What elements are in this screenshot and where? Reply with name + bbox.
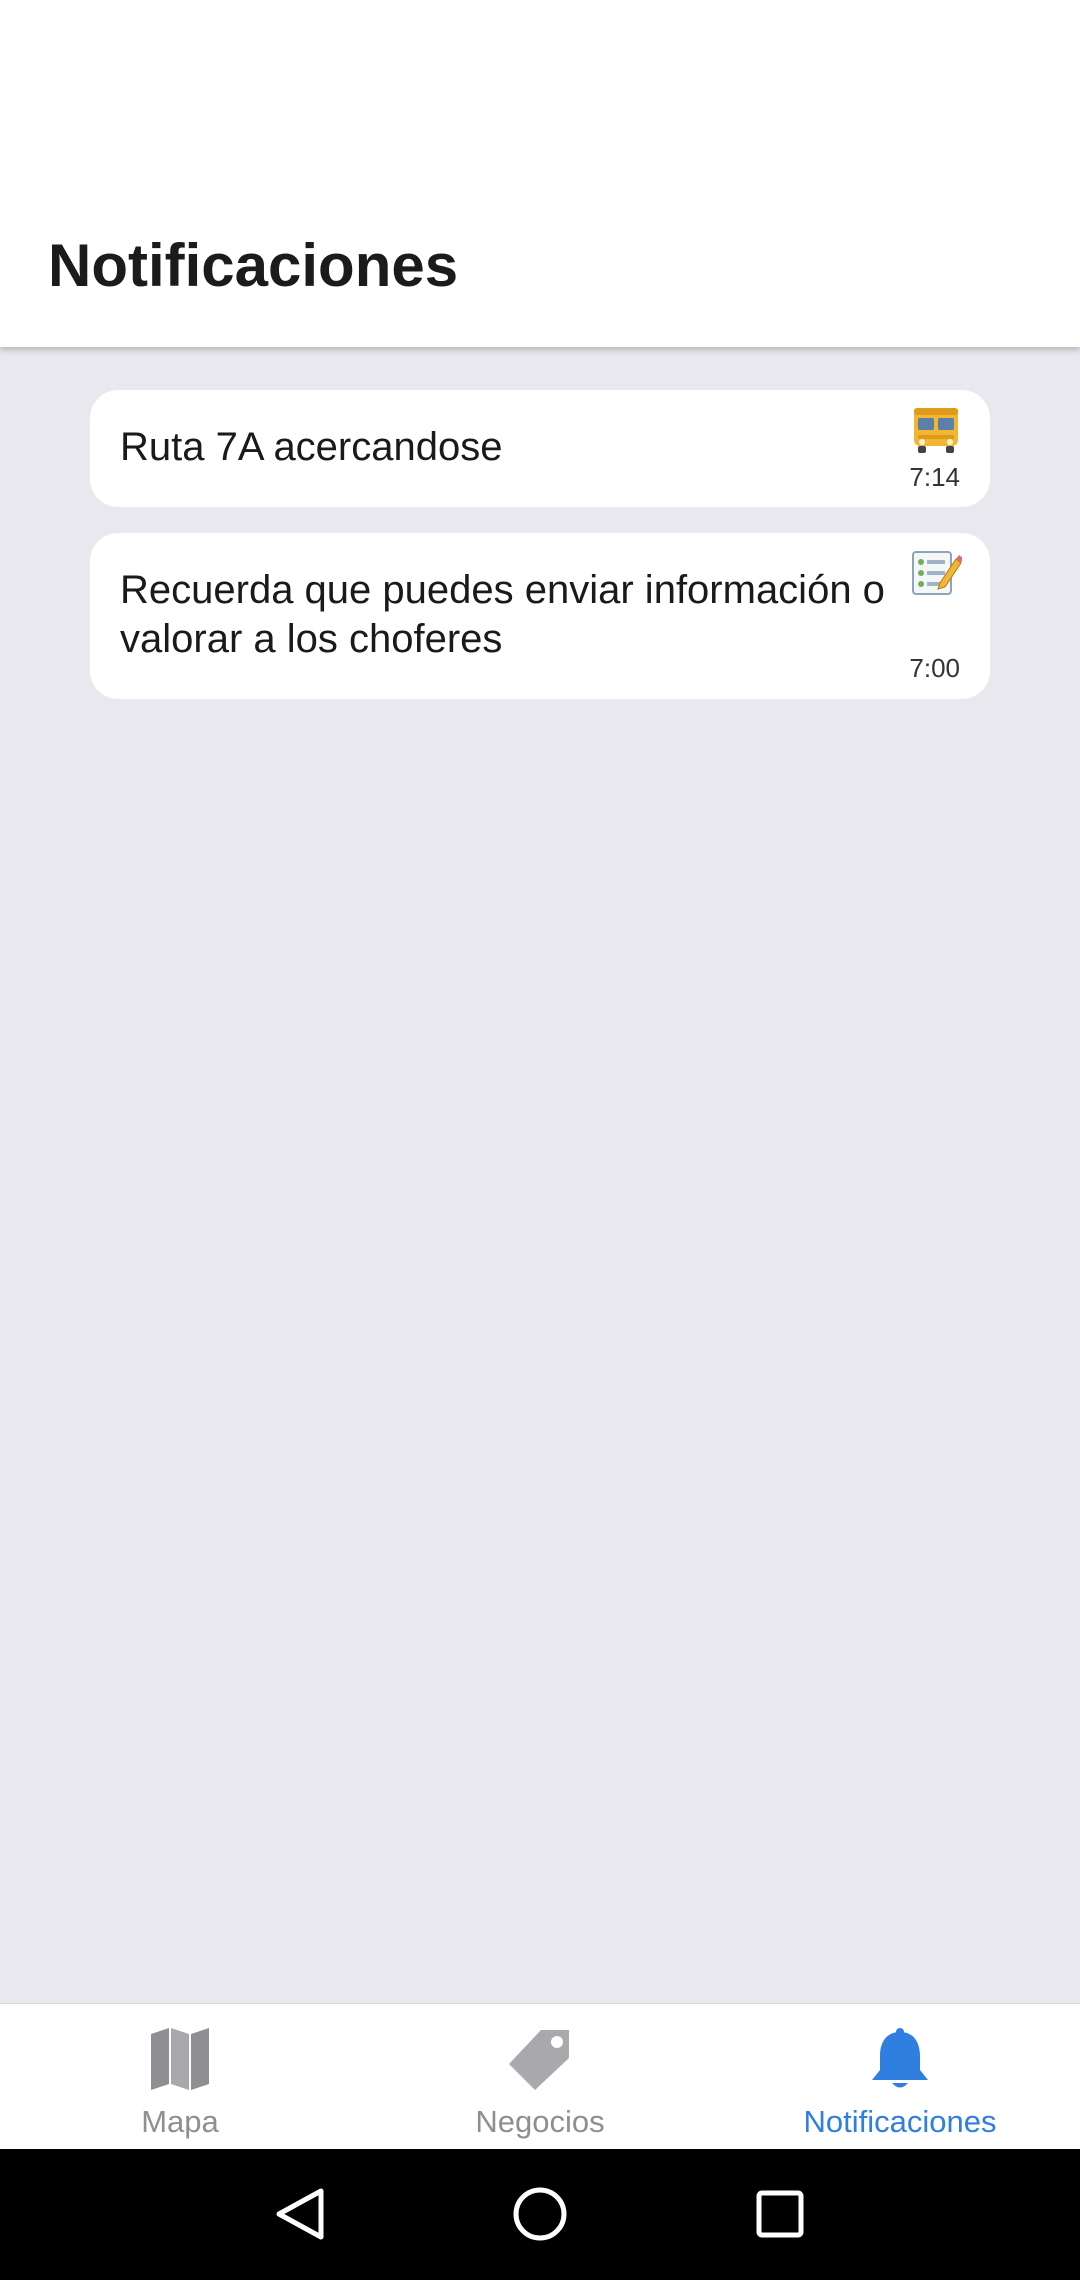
notification-list: Ruta 7A acercandose 7:14 Recuerda que pu… — [90, 390, 990, 725]
notification-time: 7:14 — [909, 462, 960, 492]
notification-time: 7:00 — [909, 653, 960, 683]
home-icon[interactable] — [505, 2179, 575, 2249]
recents-icon[interactable] — [745, 2179, 815, 2249]
bell-icon — [872, 2028, 928, 2088]
back-icon[interactable] — [265, 2179, 335, 2249]
bottom-tab-bar: Mapa Negocios Notificaciones — [0, 2003, 1080, 2150]
tab-notificaciones[interactable]: Notificaciones — [720, 2004, 1080, 2150]
notification-card[interactable]: Recuerda que puedes enviar información o… — [90, 533, 990, 699]
notification-message: Ruta 7A acercandose — [120, 425, 503, 469]
notification-card[interactable]: Ruta 7A acercandose 7:14 — [90, 390, 990, 507]
bus-icon — [914, 408, 958, 453]
system-navigation-bar — [0, 2149, 1080, 2280]
checklist-edit-icon — [912, 551, 962, 595]
map-icon — [151, 2028, 209, 2090]
notification-message: Recuerda que puedes enviar información o… — [120, 568, 885, 661]
tab-label: Negocios — [475, 2104, 605, 2139]
tab-label: Mapa — [141, 2104, 219, 2139]
tab-mapa[interactable]: Mapa — [0, 2004, 360, 2150]
notifications-screen: Notificaciones Ruta 7A acercandose 7:14 … — [0, 0, 1080, 2280]
page-title: Notificaciones — [48, 232, 459, 299]
tab-negocios[interactable]: Negocios — [360, 2004, 720, 2150]
tag-icon — [509, 2030, 569, 2090]
header: Notificaciones — [0, 0, 1080, 347]
tab-label: Notificaciones — [803, 2104, 997, 2139]
